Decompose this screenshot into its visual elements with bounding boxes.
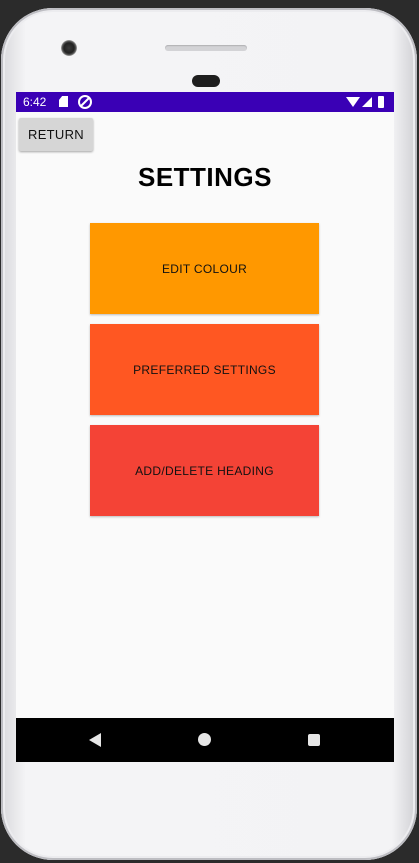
return-button[interactable]: RETURN [19,118,93,151]
page-title: SETTINGS [137,162,272,192]
signal-icon [362,97,372,107]
preferred-settings-button[interactable]: PREFERRED SETTINGS [90,324,319,415]
battery-icon [378,96,384,108]
add-delete-heading-button[interactable]: ADD/DELETE HEADING [90,425,319,516]
status-bar: 6:42 [16,92,394,112]
proximity-sensor [192,75,220,87]
do-not-disturb-icon [78,95,92,109]
speaker-grille [165,45,247,51]
home-icon[interactable] [198,733,211,746]
navigation-bar [16,718,394,762]
recents-icon[interactable] [308,734,320,746]
back-icon[interactable] [89,733,101,747]
wifi-icon [346,97,360,107]
camera-icon [61,40,77,56]
phone-screen: 6:42 RETURN SETTINGS EDIT COLOUR PREFERR… [16,92,394,762]
status-time: 6:42 [23,95,47,109]
sd-card-icon [59,96,68,107]
edit-colour-button[interactable]: EDIT COLOUR [90,223,319,314]
